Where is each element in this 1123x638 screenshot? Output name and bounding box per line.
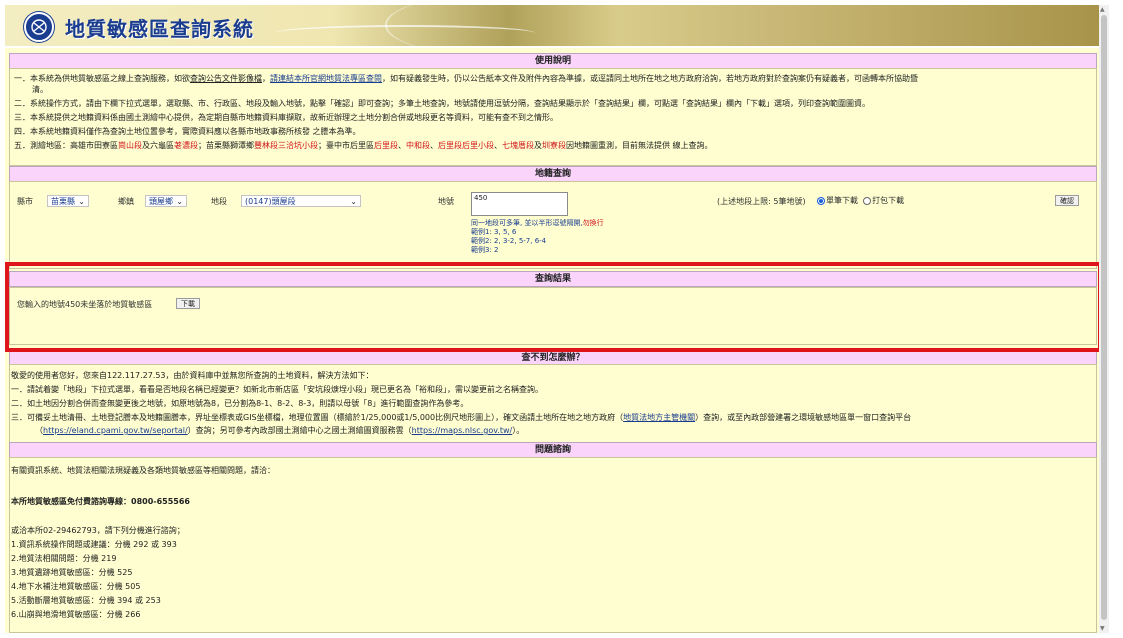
scroll-thumb[interactable] xyxy=(1101,15,1107,620)
township-label: 鄉鎮 xyxy=(118,197,134,206)
usage-header: 使用說明 xyxy=(9,53,1097,69)
scroll-up-icon[interactable]: ▲ xyxy=(1100,6,1105,13)
single-download-radio[interactable] xyxy=(817,196,825,205)
result-message: 您輸入的地號450未坐落於地質敏感區 xyxy=(17,300,153,309)
notfound-line-4: （https://eland.cpami.gov.tw/seportal/）查詢… xyxy=(35,426,525,435)
chevron-down-icon: ⌄ xyxy=(176,197,183,206)
section-select[interactable]: (0147)頭屋段 ⌄ xyxy=(241,195,361,207)
usage-line-3: 三．本系統提供之地籍資料係由國土測繪中心提供，為定期自縣市地籍資料庫擷取，故新近… xyxy=(14,113,558,122)
consult-header: 問題諮詢 xyxy=(9,442,1097,458)
lot-label: 地號 xyxy=(438,197,454,206)
usage-line-2: 二．系統操作方式，請由下欄下拉式選單，選取縣、市、行政區、地段及輸入地號，點擊「… xyxy=(14,99,870,108)
lot-input[interactable]: 450 xyxy=(471,192,568,216)
vertical-scrollbar[interactable]: ▲ ▼ xyxy=(1099,5,1109,633)
banner-decoration xyxy=(385,5,587,46)
usage-line-1b: 清。 xyxy=(32,85,48,94)
usage-line-1: 一．本系統為供地質敏感區之線上查詢服務，如欲查詢公告文件影像檔，請連結本所官網地… xyxy=(14,74,918,83)
consult-item: 4.地下水補注地質敏感區：分機 505 xyxy=(11,582,141,591)
package-download-radio[interactable] xyxy=(863,196,872,205)
cadastral-header: 地籍查詢 xyxy=(9,166,1097,182)
site-title: 地質敏感區查詢系統 xyxy=(65,17,254,41)
local-authority-link[interactable]: 地質法地方主管機關 xyxy=(623,413,695,422)
notfound-line-2: 二．如土地因分割合併而查無變更後之地號，如原地號為8，已分割為8-1、8-2、8… xyxy=(11,399,469,408)
limit-text: (上述地段上限: 5筆地號) xyxy=(717,197,806,206)
geology-law-link[interactable]: 請連結本所官網地質法專區查閱 xyxy=(270,74,382,83)
usage-line-5: 五．測繪地區：高雄市田寮區崗山段及六龜區荖濃段；苗栗縣獅潭鄉豐林段三洽坑小段；臺… xyxy=(14,141,713,150)
consult-item: 1.資訊系統操作問題或建議：分機 292 或 393 xyxy=(11,540,177,549)
notfound-line-3: 三．可備妥土地清冊、土地登記謄本及地籍圖謄本，界址坐標表或GIS坐標檔，地理位置… xyxy=(11,413,912,422)
nlsc-maps-link[interactable]: https://maps.nlsc.gov.tw/ xyxy=(412,426,513,435)
consult-phone: 或洽本所02-29462793，請下列分機進行諮詢； xyxy=(11,526,185,535)
consult-item: 2.地質法相關問題：分機 219 xyxy=(11,554,117,563)
township-select[interactable]: 頭屋鄉 ⌄ xyxy=(145,195,187,207)
chevron-down-icon: ⌄ xyxy=(350,197,357,206)
consult-intro: 有關資訊系統、地質法相關法規疑義及各類地質敏感區等相關問題，請洽： xyxy=(11,466,275,475)
consult-item: 3.地質遺跡地質敏感區：分機 525 xyxy=(11,568,133,577)
download-options: 單筆下載 打包下載 xyxy=(817,195,904,206)
section-label: 地段 xyxy=(211,197,227,206)
scroll-down-icon[interactable]: ▼ xyxy=(1100,625,1105,632)
consult-hotline: 本所地質敏感區免付費諮詢專線：0800-655566 xyxy=(11,497,190,506)
result-panel xyxy=(9,287,1097,345)
agency-logo-icon xyxy=(24,12,54,42)
page: 地質敏感區查詢系統 使用說明 一．本系統為供地質敏感區之線上查詢服務，如欲查詢公… xyxy=(5,5,1099,633)
county-select[interactable]: 苗栗縣 ⌄ xyxy=(47,195,89,207)
confirm-button[interactable]: 確認 xyxy=(1055,195,1079,206)
consult-item: 6.山崩與地滑地質敏感區：分機 266 xyxy=(11,610,141,619)
site-banner: 地質敏感區查詢系統 xyxy=(5,5,1099,48)
notfound-header: 查不到怎麼辦？ xyxy=(9,351,1097,365)
example-3: 範例3: 2 xyxy=(471,246,499,254)
usage-panel: 一．本系統為供地質敏感區之線上查詢服務，如欲查詢公告文件影像檔，請連結本所官網地… xyxy=(9,68,1097,166)
notfound-intro: 敬愛的使用者您好，您來自122.117.27.53，由於資料庫中並無您所查詢的土… xyxy=(11,371,374,380)
consult-item: 5.活動斷層地質敏感區：分機 394 或 253 xyxy=(11,596,161,605)
notfound-line-1: 一．請試着變「地段」下拉式選單，看看是否地段名稱已經變更？如新北市新店區「安坑段… xyxy=(11,385,543,394)
eland-link[interactable]: https://eland.cpami.gov.tw/seportal/ xyxy=(43,426,188,435)
county-label: 縣市 xyxy=(17,197,33,206)
public-docs-link[interactable]: 查詢公告文件影像檔 xyxy=(190,74,262,83)
result-header: 查詢結果 xyxy=(9,271,1097,287)
usage-line-4: 四．本系統地籍資料僅作為查詢土地位置參考，實際資料應以各縣市地政事務所核發 之謄… xyxy=(14,127,361,136)
download-button[interactable]: 下載 xyxy=(176,298,200,309)
chevron-down-icon: ⌄ xyxy=(78,197,85,206)
